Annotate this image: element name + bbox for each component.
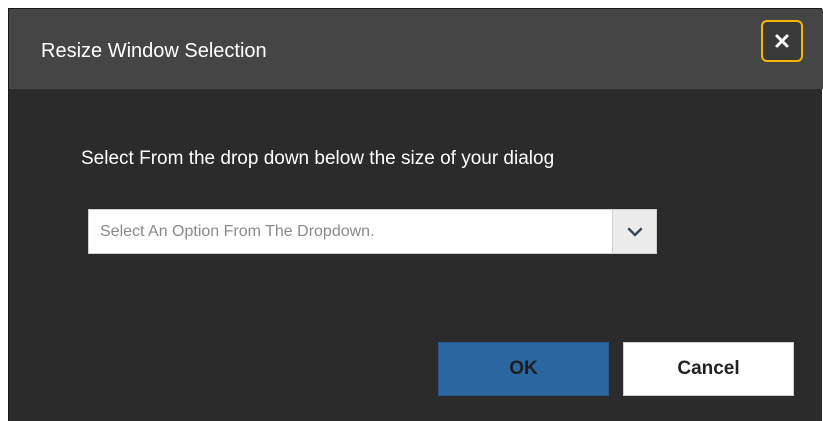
chevron-down-icon: [627, 227, 642, 236]
cancel-button[interactable]: Cancel: [623, 342, 794, 396]
close-icon: [775, 34, 789, 48]
dialog-header: Resize Window Selection: [9, 9, 823, 89]
resize-window-dialog: Resize Window Selection Select From the …: [8, 8, 823, 421]
ok-button[interactable]: OK: [438, 342, 609, 396]
close-button[interactable]: [761, 20, 803, 62]
dropdown-placeholder: Select An Option From The Dropdown.: [100, 223, 375, 240]
dialog-title: Resize Window Selection: [41, 40, 267, 62]
dialog-prompt: Select From the drop down below the size…: [81, 148, 555, 169]
dropdown-toggle[interactable]: [612, 210, 656, 253]
size-dropdown[interactable]: Select An Option From The Dropdown.: [88, 209, 657, 254]
